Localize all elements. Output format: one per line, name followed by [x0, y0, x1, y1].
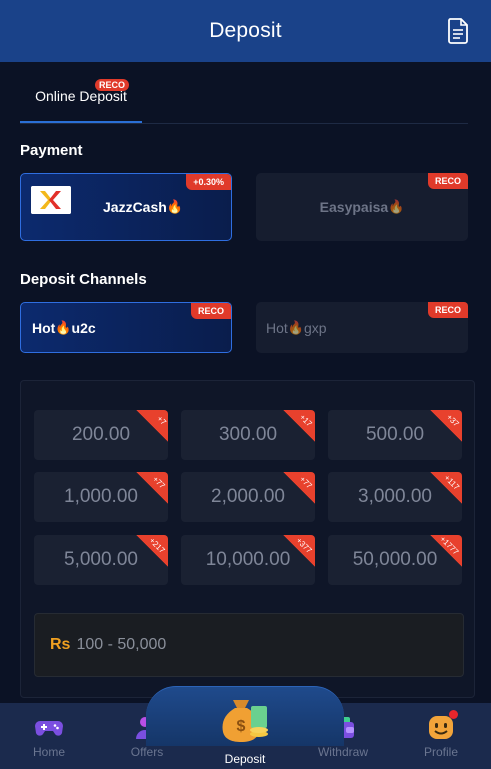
reco-badge: RECO [95, 79, 130, 91]
bonus-label: +217 [147, 535, 167, 556]
amount-value: 10,000.00 [205, 549, 291, 570]
flame-icon: 🔥 [287, 319, 304, 335]
amount-option[interactable]: 200.00 +7 [34, 410, 168, 460]
jazzcash-logo-icon [31, 186, 71, 214]
header: Deposit [0, 0, 491, 62]
flame-icon: 🔥 [388, 199, 405, 214]
amount-option[interactable]: 2,000.00 +77 [181, 472, 315, 522]
gamepad-icon [35, 721, 63, 736]
amount-value: 500.00 [365, 424, 425, 445]
flame-icon: 🔥 [166, 199, 183, 214]
money-bag-icon[interactable]: $ [219, 696, 271, 744]
channel-suffix: gxp [303, 319, 327, 336]
nav-profile[interactable]: Profile [392, 703, 490, 769]
bonus-label: +77 [151, 474, 168, 491]
bonus-corner: +37 [430, 410, 462, 442]
flame-icon: 🔥 [55, 319, 72, 335]
amount-range: 100 - 50,000 [76, 636, 167, 653]
bonus-label: +7 [155, 414, 168, 427]
amount-panel: 200.00 +7 300.00 +17 500.00 +37 1,000.00… [20, 380, 475, 698]
nav-home[interactable]: Home [0, 703, 98, 769]
reco-badge: RECO [427, 173, 468, 189]
bonus-corner: +17 [283, 410, 315, 442]
payment-option-label: Easypaisa [319, 199, 389, 215]
bonus-corner: +377 [283, 535, 315, 567]
reco-badge: RECO [427, 302, 468, 318]
amount-option[interactable]: 300.00 +17 [181, 410, 315, 460]
payment-title: Payment [20, 142, 83, 159]
payment-option-label: JazzCash [103, 199, 167, 215]
page-title: Deposit [209, 19, 282, 42]
amount-option[interactable]: 3,000.00 +117 [328, 472, 462, 522]
channel-option-u2c[interactable]: Hot 🔥 u2c RECO [20, 302, 232, 353]
nav-label: Profile [423, 745, 458, 759]
amount-value: 3,000.00 [358, 486, 432, 507]
channel-suffix: u2c [71, 319, 96, 336]
bonus-label: +77 [298, 474, 315, 491]
bonus-corner: +117 [430, 472, 462, 504]
amount-value: 2,000.00 [211, 486, 285, 507]
nav-label: Deposit [224, 752, 266, 766]
amount-value: 50,000.00 [352, 549, 438, 570]
nav-label: Offers [130, 745, 164, 759]
nav-label: Withdraw [317, 745, 368, 759]
payment-option-jazzcash[interactable]: JazzCash 🔥 +0.30% [20, 173, 232, 241]
payment-option-easypaisa[interactable]: Easypaisa 🔥 RECO [256, 173, 468, 241]
amount-value: 200.00 [71, 424, 131, 445]
bonus-badge: +0.30% [186, 174, 231, 190]
bonus-label: +17 [298, 412, 315, 429]
currency-label: Rs [50, 636, 71, 653]
amount-input[interactable]: Rs 100 - 50,000 [34, 613, 464, 677]
tab-online-deposit[interactable]: Online Deposit RECO [20, 70, 142, 123]
amount-option[interactable]: 1,000.00 +77 [34, 472, 168, 522]
notification-dot [449, 710, 458, 719]
amount-value: 1,000.00 [64, 486, 138, 507]
bonus-corner: +77 [136, 472, 168, 504]
amount-value: 300.00 [218, 424, 278, 445]
reco-badge: RECO [190, 303, 231, 319]
deposit-tabs: Online Deposit RECO [20, 70, 468, 124]
bonus-corner: +77 [283, 472, 315, 504]
bonus-label: +377 [294, 535, 314, 556]
amount-option[interactable]: 10,000.00 +377 [181, 535, 315, 585]
document-icon[interactable] [447, 18, 469, 44]
bonus-label: +117 [441, 473, 461, 492]
deposit-channels-title: Deposit Channels [20, 271, 147, 288]
amount-option[interactable]: 50,000.00 +1777 [328, 535, 462, 585]
channel-prefix: Hot [32, 319, 56, 336]
svg-text:$: $ [237, 718, 246, 735]
channel-option-gxp[interactable]: Hot 🔥 gxp RECO [256, 302, 468, 353]
bonus-corner: +217 [136, 535, 168, 567]
channel-prefix: Hot [266, 319, 288, 336]
bonus-label: +1777 [437, 535, 460, 557]
bonus-corner: +7 [136, 410, 168, 442]
amount-option[interactable]: 500.00 +37 [328, 410, 462, 460]
bonus-corner: +1777 [430, 535, 462, 567]
amount-value: 5,000.00 [64, 549, 138, 570]
nav-label: Home [32, 745, 65, 759]
bonus-label: +37 [445, 412, 462, 429]
amount-option[interactable]: 5,000.00 +217 [34, 535, 168, 585]
